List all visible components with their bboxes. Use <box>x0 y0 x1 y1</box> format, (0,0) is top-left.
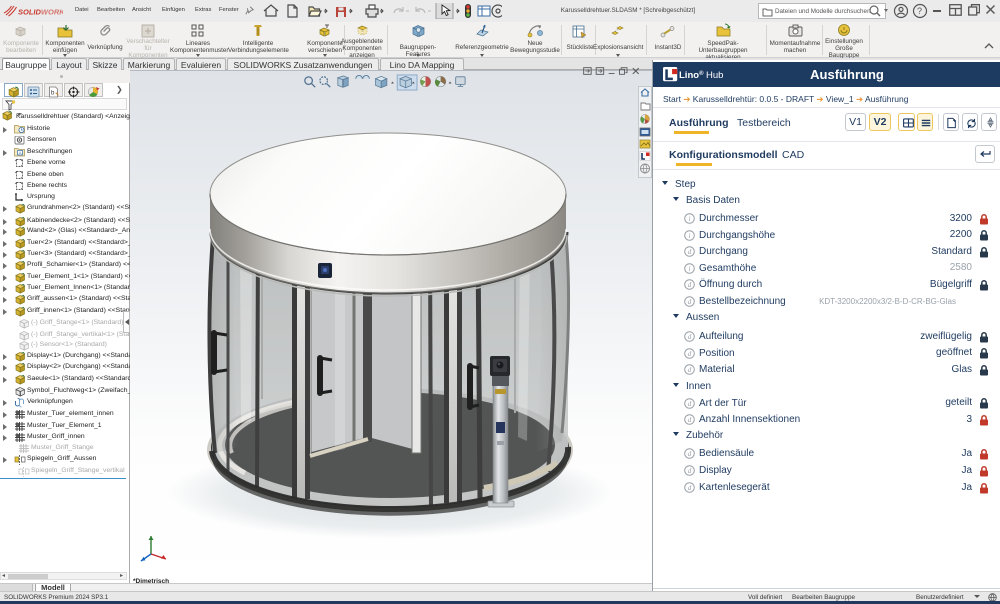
svg-text:?: ? <box>917 6 922 16</box>
svg-text:A: A <box>19 150 22 155</box>
svg-text:SOLIDWORKS: SOLIDWORKS <box>18 8 63 17</box>
